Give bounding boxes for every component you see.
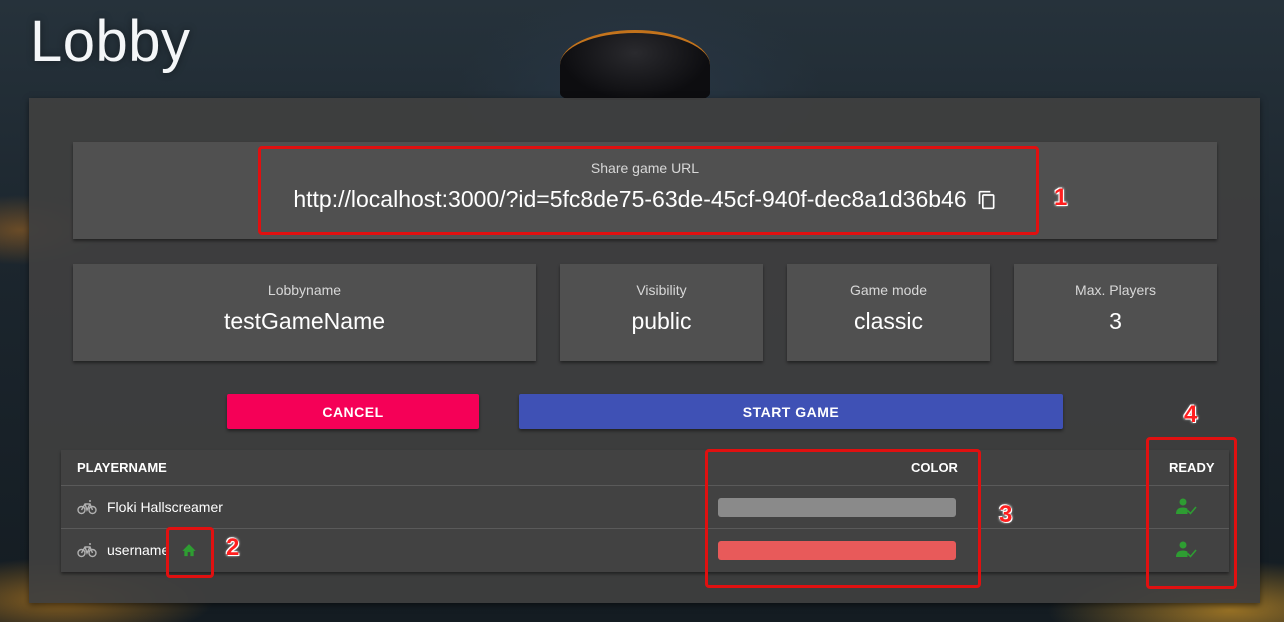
start-game-button[interactable]: START GAME	[519, 394, 1063, 429]
annotation-number-4: 4	[1184, 401, 1198, 428]
max-players-card: Max. Players 3	[1014, 264, 1217, 361]
game-mode-card: Game mode classic	[787, 264, 990, 361]
header-playername: PLAYERNAME	[77, 460, 167, 475]
table-row: Floki Hallscreamer	[61, 486, 1229, 529]
game-mode-label: Game mode	[849, 282, 928, 298]
background-art	[560, 30, 710, 100]
player-name: username	[107, 542, 170, 558]
visibility-label: Visibility	[636, 282, 687, 298]
page-title: Lobby	[30, 9, 191, 74]
annotation-number-1: 1	[1054, 184, 1068, 211]
visibility-card: Visibility public	[560, 264, 763, 361]
annotation-box-4	[1146, 437, 1237, 589]
player-name: Floki Hallscreamer	[107, 499, 223, 515]
game-mode-value: classic	[853, 308, 923, 334]
max-players-label: Max. Players	[1075, 282, 1156, 298]
cancel-button[interactable]: CANCEL	[227, 394, 479, 429]
bike-icon	[77, 499, 97, 515]
lobbyname-label: Lobbyname	[267, 282, 342, 298]
table-header: PLAYERNAME COLOR READY	[61, 450, 1229, 486]
bike-icon	[77, 542, 97, 558]
annotation-number-2: 2	[226, 534, 240, 561]
annotation-number-3: 3	[999, 501, 1013, 528]
annotation-box-3	[705, 449, 981, 588]
annotation-box-2	[166, 527, 214, 578]
annotation-box-1	[258, 146, 1039, 235]
lobbyname-card: Lobbyname testGameName	[73, 264, 536, 361]
visibility-value: public	[631, 308, 692, 334]
max-players-value: 3	[1109, 308, 1122, 334]
lobbyname-value: testGameName	[223, 308, 386, 334]
